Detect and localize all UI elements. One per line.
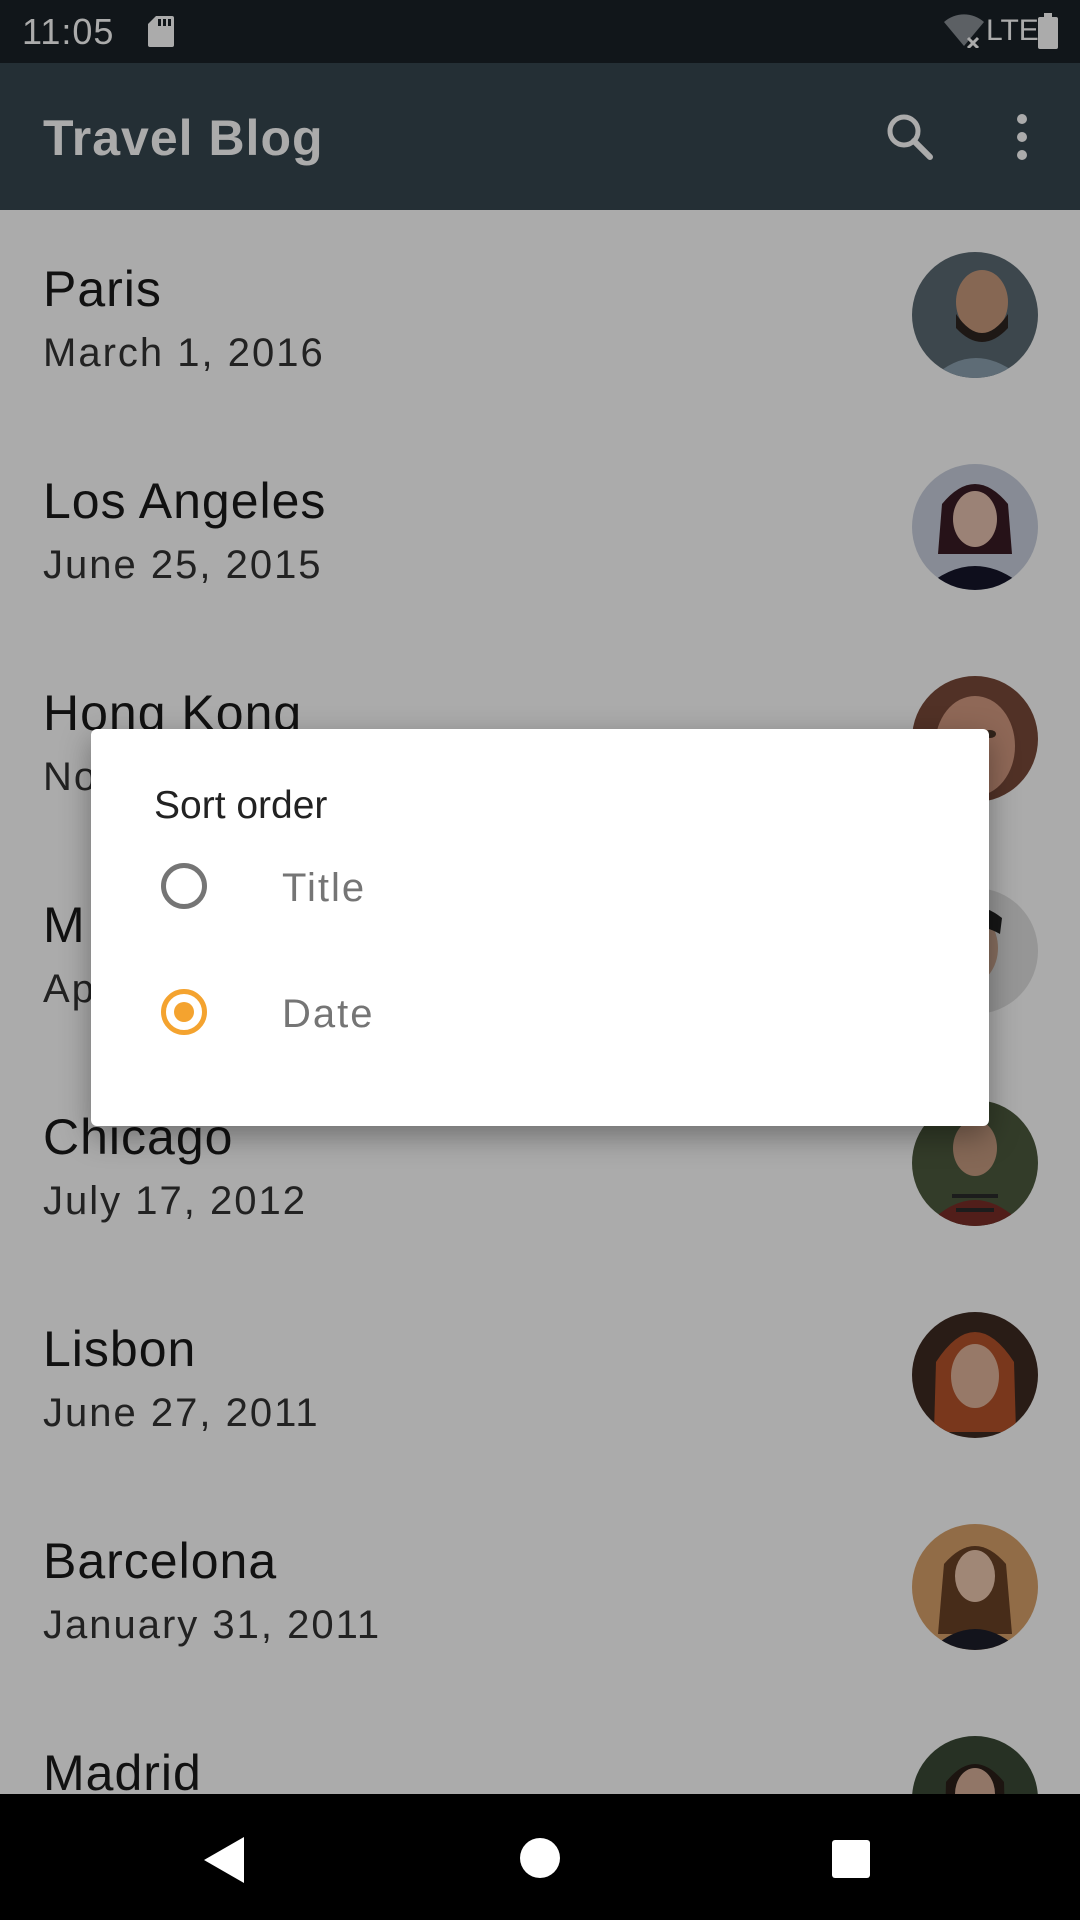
recents-icon[interactable] bbox=[832, 1840, 870, 1878]
radio-dot bbox=[174, 1002, 194, 1022]
sort-option-title[interactable]: Title bbox=[91, 827, 989, 953]
sort-order-dialog: Sort order Title Date bbox=[91, 729, 989, 1126]
back-icon[interactable] bbox=[204, 1837, 244, 1883]
radio-unchecked-icon[interactable] bbox=[161, 863, 207, 909]
option-label: Date bbox=[282, 992, 375, 1036]
option-label: Title bbox=[282, 866, 367, 910]
sort-option-date[interactable]: Date bbox=[91, 953, 989, 1079]
radio-checked-icon[interactable] bbox=[161, 989, 207, 1035]
navigation-bar bbox=[0, 1794, 1080, 1920]
home-icon[interactable] bbox=[520, 1838, 560, 1878]
dialog-title: Sort order bbox=[154, 784, 328, 827]
